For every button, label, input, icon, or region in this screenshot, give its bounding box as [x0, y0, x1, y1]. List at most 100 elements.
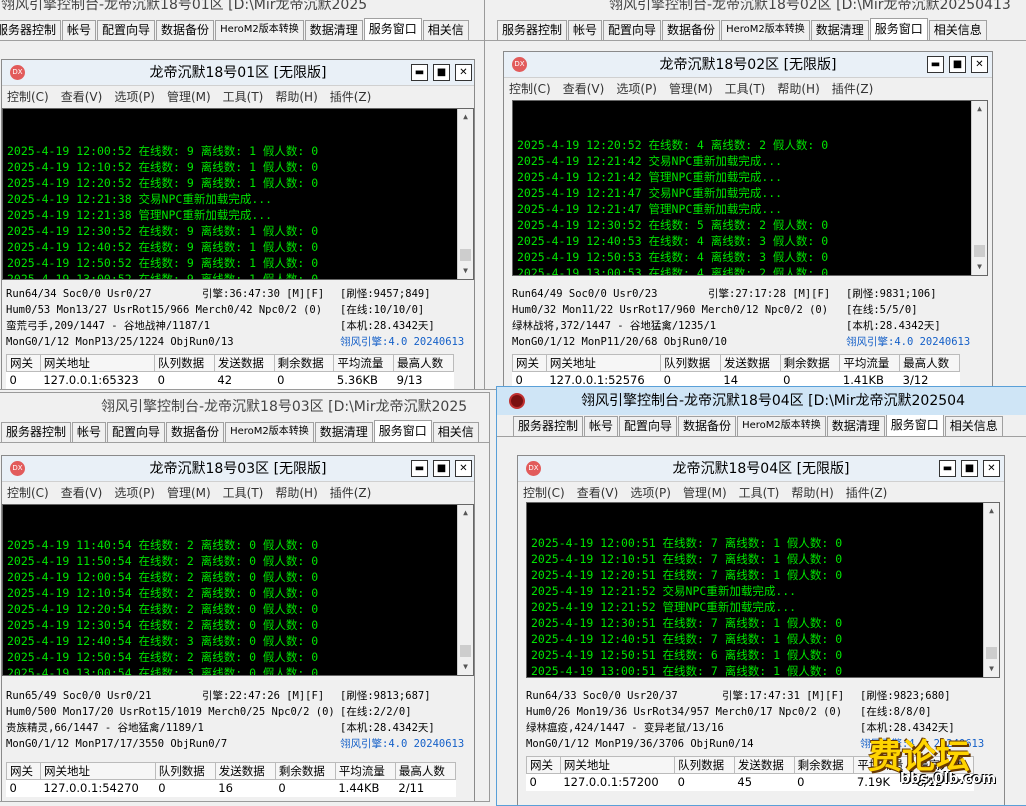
menu-item-2[interactable]: 选项(P) [630, 484, 671, 501]
tab-4[interactable]: HeroM2版本转换 [225, 422, 314, 442]
tab-6[interactable]: 服务窗口 [885, 414, 944, 436]
column-header[interactable]: 剩余数据 [274, 762, 336, 780]
outer-window-title[interactable]: 翎风引擎控制台-龙帝沉默18号04区 [D:\Mir龙帝沉默202504 [497, 387, 1026, 415]
gateway-table[interactable]: 网关 网关地址 队列数据 发送数据 剩余数据 平均流量 最高人数 0 127.0.0.1:542… [6, 762, 457, 797]
minimize-icon[interactable]: ▬ [939, 460, 956, 477]
menu-item-0[interactable]: 控制(C) [523, 484, 565, 501]
tab-3[interactable]: 数据备份 [662, 20, 721, 40]
column-header[interactable]: 发送数据 [213, 354, 275, 372]
inner-title-bar[interactable]: DX 龙帝沉默18号04区 [无限版] ▬ ■ ✕ [518, 456, 1004, 482]
menu-item-2[interactable]: 选项(P) [114, 484, 155, 501]
tab-6[interactable]: 服务窗口 [869, 18, 928, 40]
close-icon[interactable]: ✕ [971, 56, 988, 73]
menu-item-6[interactable]: 插件(Z) [330, 88, 372, 105]
menu-item-1[interactable]: 查看(V) [577, 484, 619, 501]
column-header[interactable]: 剩余数据 [273, 354, 335, 372]
menu-item-4[interactable]: 工具(T) [739, 484, 780, 501]
tab-6[interactable]: 服务窗口 [373, 420, 432, 442]
column-header[interactable]: 队列数据 [660, 354, 721, 372]
menu-item-2[interactable]: 选项(P) [616, 80, 657, 97]
tab-5[interactable]: 数据清理 [826, 416, 885, 436]
column-header[interactable]: 发送数据 [719, 354, 781, 372]
table-row[interactable]: 0 127.0.0.1:54270 0 16 0 1.44KB 2/11 [7, 780, 456, 797]
tab-4[interactable]: HeroM2版本转换 [737, 416, 826, 436]
tab-5[interactable]: 数据清理 [304, 20, 363, 40]
column-header[interactable]: 剩余数据 [793, 756, 855, 774]
column-header[interactable]: 网关地址 [39, 354, 156, 372]
menu-item-4[interactable]: 工具(T) [223, 88, 264, 105]
menu-item-1[interactable]: 查看(V) [61, 484, 103, 501]
tab-2[interactable]: 配置向导 [603, 20, 662, 40]
tab-0[interactable]: 服务器控制 [497, 20, 568, 40]
column-header[interactable]: 网关 [6, 354, 41, 372]
gateway-table[interactable]: 网关 网关地址 队列数据 发送数据 剩余数据 平均流量 最高人数 0 127.0.0.1:525… [512, 354, 960, 389]
tab-6[interactable]: 服务窗口 [363, 18, 422, 40]
menu-item-5[interactable]: 帮助(H) [791, 484, 833, 501]
outer-window-title[interactable]: 翎风引擎控制台-龙帝沉默18号02区 [D:\Mir龙帝沉默20250413 [485, 0, 1026, 19]
menu-item-3[interactable]: 管理(M) [167, 88, 211, 105]
menu-item-0[interactable]: 控制(C) [7, 88, 49, 105]
outer-window-title[interactable]: 翎风引擎控制台-龙帝沉默18号03区 [D:\Mir龙帝沉默2025 [0, 393, 489, 421]
column-header[interactable]: 网关地址 [39, 762, 156, 780]
maximize-icon[interactable]: ■ [433, 460, 450, 477]
column-header[interactable]: 网关地址 [545, 354, 662, 372]
column-header[interactable]: 网关 [6, 762, 41, 780]
tab-5[interactable]: 数据清理 [314, 422, 373, 442]
column-header[interactable]: 网关 [526, 756, 561, 774]
menu-item-5[interactable]: 帮助(H) [777, 80, 819, 97]
maximize-icon[interactable]: ■ [949, 56, 966, 73]
column-header[interactable]: 队列数据 [154, 762, 216, 780]
menu-item-5[interactable]: 帮助(H) [275, 88, 317, 105]
menu-item-6[interactable]: 插件(Z) [832, 80, 874, 97]
column-header[interactable]: 最高人数 [899, 354, 960, 372]
close-icon[interactable]: ✕ [983, 460, 1000, 477]
tab-4[interactable]: HeroM2版本转换 [721, 20, 810, 40]
vertical-scrollbar[interactable]: ▲ ▼ [457, 109, 473, 279]
column-header[interactable]: 队列数据 [154, 354, 215, 372]
tab-7[interactable]: 相关信息 [928, 20, 987, 40]
column-header[interactable]: 发送数据 [733, 756, 795, 774]
close-icon[interactable]: ✕ [455, 64, 472, 81]
vertical-scrollbar[interactable]: ▲ ▼ [457, 505, 473, 675]
log-console[interactable]: 2025-4-19 11:40:54 在线数: 2 离线数: 0 假人数: 0 2… [2, 504, 474, 676]
inner-title-bar[interactable]: DX 龙帝沉默18号03区 [无限版] ▬ ■ ✕ [2, 456, 474, 482]
tab-1[interactable]: 帐号 [568, 20, 603, 40]
column-header[interactable]: 剩余数据 [779, 354, 841, 372]
column-header[interactable]: 最高人数 [393, 354, 454, 372]
tab-2[interactable]: 配置向导 [619, 416, 678, 436]
log-console[interactable]: 2025-4-19 12:00:52 在线数: 9 离线数: 1 假人数: 0 2… [2, 108, 474, 280]
menu-item-3[interactable]: 管理(M) [669, 80, 713, 97]
tab-0[interactable]: 服务器控制 [1, 422, 72, 442]
menu-item-1[interactable]: 查看(V) [61, 88, 103, 105]
vertical-scrollbar[interactable]: ▲ ▼ [971, 101, 987, 275]
column-header[interactable]: 发送数据 [214, 762, 276, 780]
tab-1[interactable]: 帐号 [62, 20, 97, 40]
tab-7[interactable]: 相关信 [422, 20, 469, 40]
tab-4[interactable]: HeroM2版本转换 [215, 20, 304, 40]
menu-item-3[interactable]: 管理(M) [167, 484, 211, 501]
column-header[interactable]: 队列数据 [674, 756, 735, 774]
tab-1[interactable]: 帐号 [72, 422, 107, 442]
log-console[interactable]: 2025-4-19 12:00:51 在线数: 7 离线数: 1 假人数: 0 2… [526, 502, 1000, 678]
menu-item-0[interactable]: 控制(C) [509, 80, 551, 97]
log-console[interactable]: 2025-4-19 12:20:52 在线数: 4 离线数: 2 假人数: 0 2… [512, 100, 988, 276]
tab-3[interactable]: 数据备份 [156, 20, 215, 40]
menu-item-2[interactable]: 选项(P) [114, 88, 155, 105]
column-header[interactable]: 最高人数 [394, 762, 457, 780]
menu-item-3[interactable]: 管理(M) [683, 484, 727, 501]
outer-window-title[interactable]: 翎风引擎控制台-龙帝沉默18号01区 [D:\Mir龙帝沉默2025 [0, 0, 489, 19]
inner-title-bar[interactable]: DX 龙帝沉默18号02区 [无限版] ▬ ■ ✕ [504, 52, 992, 78]
tab-7[interactable]: 相关信息 [944, 416, 1003, 436]
table-row[interactable]: 0 127.0.0.1:65323 0 42 0 5.36KB 9/13 [7, 372, 454, 389]
column-header[interactable]: 网关地址 [559, 756, 676, 774]
inner-title-bar[interactable]: DX 龙帝沉默18号01区 [无限版] ▬ ■ ✕ [2, 60, 474, 86]
maximize-icon[interactable]: ■ [961, 460, 978, 477]
close-icon[interactable]: ✕ [455, 460, 472, 477]
tab-3[interactable]: 数据备份 [678, 416, 737, 436]
menu-item-6[interactable]: 插件(Z) [846, 484, 888, 501]
minimize-icon[interactable]: ▬ [411, 460, 428, 477]
tab-0[interactable]: 服务器控制 [0, 20, 62, 40]
column-header[interactable]: 平均流量 [333, 354, 395, 372]
minimize-icon[interactable]: ▬ [411, 64, 428, 81]
gateway-table[interactable]: 网关 网关地址 队列数据 发送数据 剩余数据 平均流量 最高人数 0 127.0.0.1:653… [6, 354, 454, 389]
